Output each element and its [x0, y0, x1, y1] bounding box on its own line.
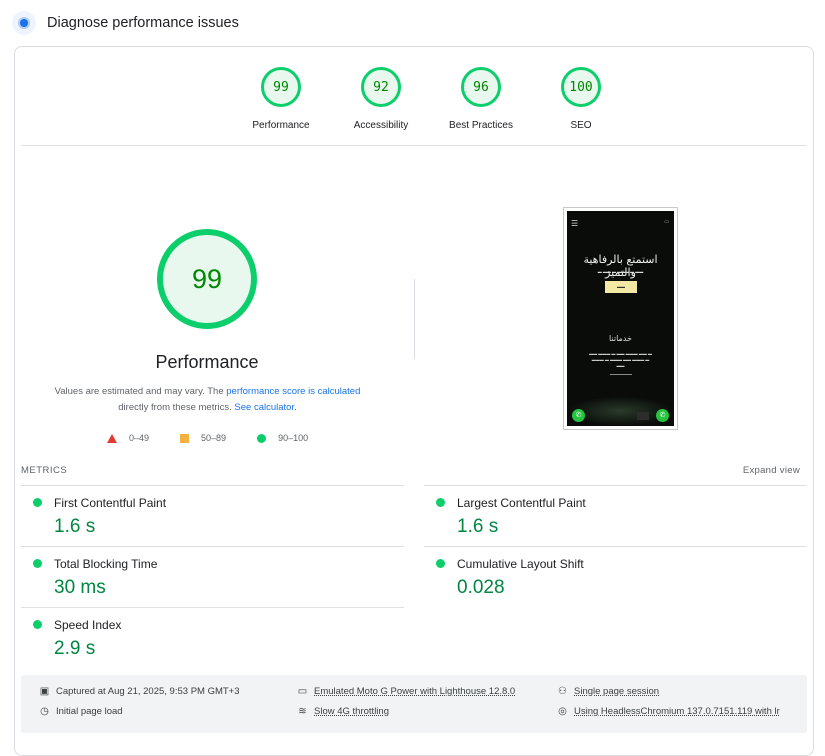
page-title: Diagnose performance issues: [47, 15, 239, 31]
phone-icon: ✆: [572, 409, 585, 422]
screenshot-paragraph: ▬▬ ▬▬▬ ▬ ▬▬ ▬▬▬ ▬▬ ▬ ▬▬▬ ▬ ▬▬▬ ▬▬ ▬▬▬ ▬ ▬▬: [589, 351, 652, 368]
legend-fail: 0–49: [107, 433, 149, 443]
pass-circle-icon: [33, 498, 42, 507]
screenshot-rule: [610, 374, 632, 375]
calendar-icon: ▣: [39, 686, 50, 697]
devices-icon: ▭: [297, 686, 308, 697]
performance-title: Performance: [155, 352, 259, 372]
category-gauges: 99 Performance 92 Accessibility 96 Best …: [231, 67, 631, 131]
report-card: 99 Performance 92 Accessibility 96 Best …: [14, 46, 814, 756]
page-screenshot[interactable]: ☰ ▭ استمتع بالرفاهية والتميز ▬ ▬▬ ▬ ▬▬▬ …: [563, 207, 678, 430]
gauge-accessibility[interactable]: 92 Accessibility: [331, 67, 431, 131]
legend-average: 50–89: [180, 433, 226, 443]
divider: [21, 145, 807, 146]
initial-text: Initial page load: [56, 706, 123, 717]
gauge-label: SEO: [570, 120, 592, 131]
pagespeed-logo-icon: [12, 11, 36, 35]
screenshot-cta: ▬▬: [605, 281, 637, 293]
wifi-icon: ≋: [298, 706, 307, 717]
metric-name: Cumulative Layout Shift: [457, 557, 584, 571]
captured-at: ▣ Captured at Aug 21, 2025, 9:53 PM GMT+…: [39, 686, 240, 697]
legend-range: 0–49: [129, 433, 150, 443]
metric-largest-contentful-paint: Largest Contentful Paint 1.6 s: [424, 485, 807, 546]
gauge-best-practices[interactable]: 96 Best Practices: [431, 67, 531, 131]
triangle-icon: [107, 433, 117, 443]
square-icon: [180, 433, 190, 443]
screenshot-subtext: ▬ ▬▬ ▬ ▬▬▬ ▬ ▬▬: [597, 269, 644, 274]
chrome-icon: ◎: [558, 706, 567, 717]
score-note: Values are estimated and may vary. The p…: [35, 384, 380, 416]
page-header: Diagnose performance issues: [12, 10, 239, 36]
metric-value: 30 ms: [54, 577, 106, 598]
initial-load: ◷ Initial page load: [39, 706, 123, 717]
metric-value: 1.6 s: [54, 516, 96, 537]
legend-range: 50–89: [201, 433, 227, 443]
brand-logo: ▭: [664, 219, 669, 225]
pass-circle-icon: [33, 620, 42, 629]
metric-cumulative-layout-shift: Cumulative Layout Shift 0.028: [424, 546, 807, 607]
hamburger-icon: ☰: [571, 219, 579, 228]
user-session-icon: ⚇: [558, 686, 567, 697]
score-calculated-link[interactable]: performance score is calculated: [226, 386, 360, 397]
metric-name: Total Blocking Time: [54, 557, 158, 571]
gauge-seo[interactable]: 100 SEO: [531, 67, 631, 131]
runtime-settings: ▣ Captured at Aug 21, 2025, 9:53 PM GMT+…: [21, 675, 807, 733]
metric-first-contentful-paint: First Contentful Paint 1.6 s: [21, 485, 404, 546]
throttling-text: Slow 4G throttling: [314, 706, 389, 717]
browser-text: Using HeadlessChromium 137.0.7151.119 wi…: [574, 706, 780, 717]
gauge-label: Best Practices: [449, 120, 513, 131]
metric-value: 0.028: [457, 577, 505, 598]
pass-circle-icon: [436, 498, 445, 507]
screenshot-hero: استمتع بالرفاهية والتميز: [583, 253, 658, 279]
metric-value: 1.6 s: [457, 516, 499, 537]
metric-speed-index: Speed Index 2.9 s: [21, 607, 404, 668]
gauge-label: Accessibility: [353, 120, 409, 131]
pass-circle-icon: [33, 559, 42, 568]
expand-view-toggle[interactable]: Expand view: [743, 465, 800, 476]
network-throttling[interactable]: ≋ Slow 4G throttling: [297, 706, 389, 717]
metric-total-blocking-time: Total Blocking Time 30 ms: [21, 546, 404, 607]
pass-circle-icon: [436, 559, 445, 568]
metric-name: Speed Index: [54, 618, 122, 632]
page-session[interactable]: ⚇ Single page session: [557, 686, 659, 697]
score-ring: 100: [561, 67, 601, 107]
captured-text: Captured at Aug 21, 2025, 9:53 PM GMT+3: [56, 686, 240, 697]
metrics-heading: METRICS: [21, 465, 68, 476]
screenshot-image: ☰ ▭ استمتع بالرفاهية والتميز ▬ ▬▬ ▬ ▬▬▬ …: [567, 211, 674, 426]
score-ring: 96: [461, 67, 501, 107]
score-legend: 0–49 50–89 90–100: [107, 433, 339, 443]
gauge-performance[interactable]: 99 Performance: [231, 67, 331, 131]
see-calculator-link[interactable]: See calculator.: [234, 402, 296, 413]
vertical-divider: [414, 279, 415, 359]
session-text: Single page session: [574, 686, 660, 697]
score-ring: 92: [361, 67, 401, 107]
gauge-label: Performance: [252, 120, 310, 131]
device-text: Emulated Moto G Power with Lighthouse 12…: [314, 686, 516, 697]
screenshot-button: [637, 412, 649, 420]
whatsapp-icon: ✆: [656, 409, 669, 422]
note-text: directly from these metrics.: [118, 402, 235, 413]
browser-version[interactable]: ◎ Using HeadlessChromium 137.0.7151.119 …: [557, 706, 780, 717]
performance-score-gauge: 99: [157, 229, 257, 329]
screenshot-section: خدماتنا: [609, 334, 632, 343]
legend-range: 90–100: [278, 433, 309, 443]
circle-icon: [257, 433, 267, 443]
note-text: Values are estimated and may vary. The: [54, 386, 227, 397]
metric-value: 2.9 s: [54, 638, 96, 659]
metric-name: Largest Contentful Paint: [457, 496, 586, 510]
legend-pass: 90–100: [257, 433, 308, 443]
score-ring: 99: [261, 67, 301, 107]
timer-icon: ◷: [40, 706, 49, 717]
emulated-device[interactable]: ▭ Emulated Moto G Power with Lighthouse …: [297, 686, 515, 697]
metric-name: First Contentful Paint: [54, 496, 167, 510]
